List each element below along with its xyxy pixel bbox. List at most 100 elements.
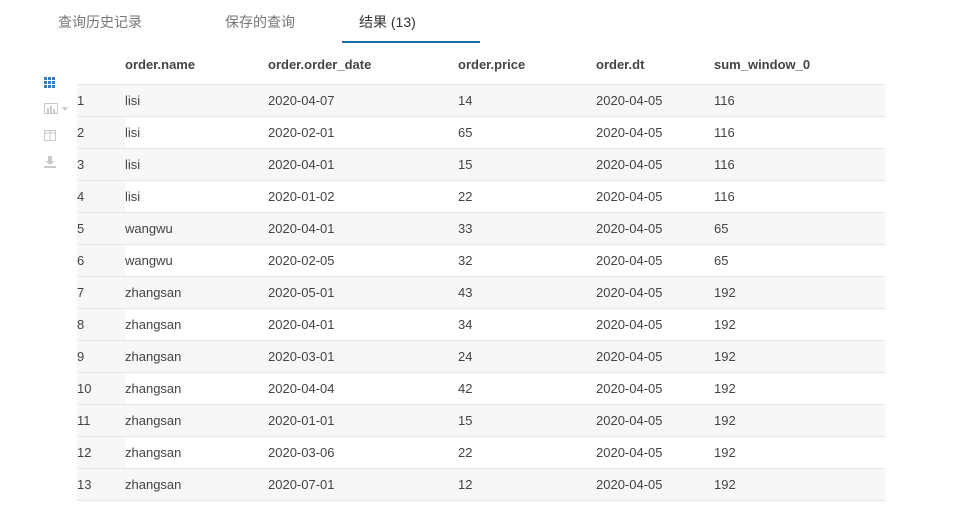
cell-sum-window: 65: [714, 212, 885, 245]
row-number: 7: [77, 276, 125, 309]
cell-order-price: 32: [458, 244, 596, 277]
cell-sum-window: 65: [714, 244, 885, 277]
bar-chart-icon[interactable]: [42, 100, 68, 120]
cell-order-name: zhangsan: [125, 276, 268, 309]
cell-order-price: 43: [458, 276, 596, 309]
cell-sum-window: 192: [714, 372, 885, 405]
cell-order-date: 2020-01-01: [268, 404, 458, 437]
grid-icon[interactable]: [42, 74, 68, 94]
table-row[interactable]: 8 zhangsan 2020-04-01 34 2020-04-05 192: [77, 308, 885, 341]
row-number: 1: [77, 84, 125, 117]
row-number: 13: [77, 468, 125, 501]
cell-order-name: lisi: [125, 116, 268, 149]
cell-order-date: 2020-03-06: [268, 436, 458, 469]
header-row: order.name order.order_date order.price …: [77, 44, 885, 85]
table-row[interactable]: 12 zhangsan 2020-03-06 22 2020-04-05 192: [77, 436, 885, 469]
cell-order-date: 2020-07-01: [268, 468, 458, 501]
results-table: order.name order.order_date order.price …: [77, 44, 885, 501]
cell-order-dt: 2020-04-05: [596, 84, 714, 117]
cell-order-dt: 2020-04-05: [596, 436, 714, 469]
cell-order-name: zhangsan: [125, 340, 268, 373]
row-number: 11: [77, 404, 125, 437]
download-icon[interactable]: [42, 154, 68, 174]
row-number: 3: [77, 148, 125, 181]
cell-order-price: 33: [458, 212, 596, 245]
cell-sum-window: 192: [714, 276, 885, 309]
cell-order-dt: 2020-04-05: [596, 372, 714, 405]
cell-order-date: 2020-04-07: [268, 84, 458, 117]
cell-order-name: lisi: [125, 180, 268, 213]
tab-saved-queries[interactable]: 保存的查询: [225, 0, 295, 44]
table-row[interactable]: 1 lisi 2020-04-07 14 2020-04-05 116: [77, 84, 885, 117]
table-row[interactable]: 3 lisi 2020-04-01 15 2020-04-05 116: [77, 148, 885, 181]
cell-sum-window: 116: [714, 116, 885, 149]
table-row[interactable]: 13 zhangsan 2020-07-01 12 2020-04-05 192: [77, 468, 885, 501]
cell-sum-window: 116: [714, 180, 885, 213]
cell-order-price: 22: [458, 436, 596, 469]
column-header-order-date[interactable]: order.order_date: [268, 44, 458, 85]
cell-order-date: 2020-03-01: [268, 340, 458, 373]
cell-order-date: 2020-01-02: [268, 180, 458, 213]
column-header-rownum: [77, 44, 125, 85]
table-row[interactable]: 10 zhangsan 2020-04-04 42 2020-04-05 192: [77, 372, 885, 405]
tab-results[interactable]: 结果 (13): [359, 0, 416, 44]
table-row[interactable]: 7 zhangsan 2020-05-01 43 2020-04-05 192: [77, 276, 885, 309]
table-row[interactable]: 4 lisi 2020-01-02 22 2020-04-05 116: [77, 180, 885, 213]
cell-order-name: zhangsan: [125, 308, 268, 341]
row-number: 9: [77, 340, 125, 373]
table-row[interactable]: 2 lisi 2020-02-01 65 2020-04-05 116: [77, 116, 885, 149]
cell-order-date: 2020-04-01: [268, 212, 458, 245]
cell-order-dt: 2020-04-05: [596, 116, 714, 149]
cell-order-price: 12: [458, 468, 596, 501]
cell-order-date: 2020-04-04: [268, 372, 458, 405]
cell-sum-window: 192: [714, 340, 885, 373]
column-header-sum-window[interactable]: sum_window_0: [714, 44, 885, 85]
column-header-order-dt[interactable]: order.dt: [596, 44, 714, 85]
cell-order-price: 34: [458, 308, 596, 341]
results-table-body: 1 lisi 2020-04-07 14 2020-04-05 116 2 lisi 2020-…: [77, 84, 885, 501]
row-number: 5: [77, 212, 125, 245]
column-header-order-name[interactable]: order.name: [125, 44, 268, 85]
active-tab-indicator: [342, 41, 480, 43]
cell-order-price: 14: [458, 84, 596, 117]
cell-order-dt: 2020-04-05: [596, 308, 714, 341]
table-row[interactable]: 9 zhangsan 2020-03-01 24 2020-04-05 192: [77, 340, 885, 373]
row-number: 4: [77, 180, 125, 213]
cell-order-dt: 2020-04-05: [596, 244, 714, 277]
cell-order-price: 65: [458, 116, 596, 149]
table-row[interactable]: 11 zhangsan 2020-01-01 15 2020-04-05 192: [77, 404, 885, 437]
cell-order-dt: 2020-04-05: [596, 180, 714, 213]
cell-sum-window: 192: [714, 436, 885, 469]
cell-order-date: 2020-02-01: [268, 116, 458, 149]
cell-order-name: zhangsan: [125, 468, 268, 501]
cell-order-name: wangwu: [125, 244, 268, 277]
cell-order-name: lisi: [125, 84, 268, 117]
row-number: 2: [77, 116, 125, 149]
cell-order-price: 24: [458, 340, 596, 373]
row-number: 12: [77, 436, 125, 469]
column-header-order-price[interactable]: order.price: [458, 44, 596, 85]
cell-order-name: zhangsan: [125, 372, 268, 405]
cell-sum-window: 116: [714, 148, 885, 181]
table-row[interactable]: 5 wangwu 2020-04-01 33 2020-04-05 65: [77, 212, 885, 245]
columns-icon[interactable]: [42, 127, 68, 147]
cell-order-date: 2020-02-05: [268, 244, 458, 277]
cell-sum-window: 192: [714, 468, 885, 501]
cell-order-dt: 2020-04-05: [596, 404, 714, 437]
tab-query-history[interactable]: 查询历史记录: [58, 0, 142, 44]
cell-order-name: zhangsan: [125, 436, 268, 469]
cell-sum-window: 192: [714, 404, 885, 437]
cell-order-date: 2020-04-01: [268, 148, 458, 181]
cell-order-price: 15: [458, 404, 596, 437]
results-table-header: order.name order.order_date order.price …: [77, 44, 885, 85]
row-number: 6: [77, 244, 125, 277]
cell-order-price: 42: [458, 372, 596, 405]
cell-order-dt: 2020-04-05: [596, 212, 714, 245]
cell-order-name: zhangsan: [125, 404, 268, 437]
cell-sum-window: 192: [714, 308, 885, 341]
cell-order-price: 15: [458, 148, 596, 181]
table-row[interactable]: 6 wangwu 2020-02-05 32 2020-04-05 65: [77, 244, 885, 277]
cell-order-dt: 2020-04-05: [596, 468, 714, 501]
cell-order-dt: 2020-04-05: [596, 276, 714, 309]
cell-order-dt: 2020-04-05: [596, 148, 714, 181]
